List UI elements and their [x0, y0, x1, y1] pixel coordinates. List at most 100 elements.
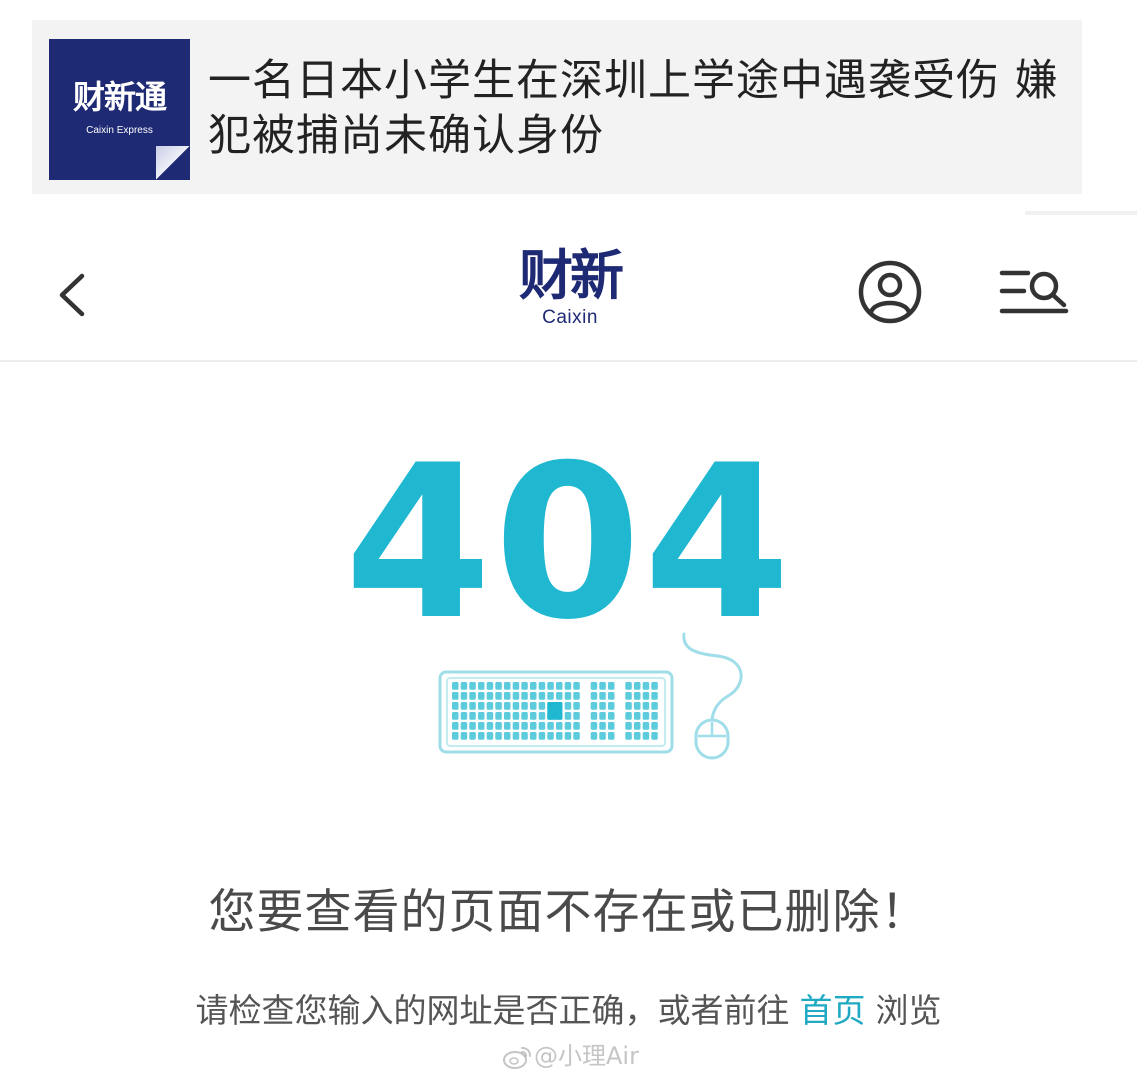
keyboard-key — [530, 712, 537, 720]
keyboard-key — [642, 692, 650, 700]
keyboard-key — [495, 712, 502, 720]
brand-name-en: Caixin — [542, 307, 598, 328]
keyboard-key — [625, 692, 632, 700]
keyboard-key — [452, 692, 459, 700]
keyboard-key — [478, 682, 485, 690]
keyboard-key — [608, 692, 615, 700]
keyboard-key — [504, 732, 511, 740]
keyboard-key — [556, 722, 563, 730]
keyboard-key — [495, 722, 502, 730]
keyboard-key — [452, 702, 459, 710]
keyboard-key — [599, 732, 606, 740]
keyboard-key — [538, 702, 546, 710]
keyboard-key — [599, 702, 606, 710]
caixin-logo[interactable]: 财新 Caixin — [480, 245, 660, 345]
keyboard-key — [599, 722, 606, 730]
keyboard-key — [625, 702, 632, 710]
keyboard-key — [538, 732, 546, 740]
keyboard-key — [625, 722, 632, 730]
keyboard-key — [590, 702, 598, 710]
keyboard-key — [642, 722, 650, 730]
keyboard-key — [608, 682, 615, 690]
home-link[interactable]: 首页 — [800, 991, 866, 1030]
keyboard-key — [634, 732, 641, 740]
keyboard-key — [608, 712, 615, 720]
keyboard-key — [521, 712, 528, 720]
keyboard-key — [486, 732, 494, 740]
keyboard-key — [478, 732, 485, 740]
error-title: 您要查看的页面不存在或已删除！ — [208, 885, 929, 940]
keyboard-key — [521, 682, 528, 690]
keyboard-mouse-icon — [438, 632, 743, 760]
keyboard-key — [478, 702, 485, 710]
keyboard-key — [564, 702, 572, 710]
back-button[interactable] — [50, 270, 94, 320]
share-card[interactable]: 财新通 Caixin Express 一名日本小学生在深圳上学途中遇袭受伤 嫌犯… — [32, 20, 1082, 194]
keyboard-key — [538, 722, 546, 730]
error-hint: 请检查您输入的网址是否正确，或者前往 首页 浏览 — [0, 988, 1137, 1034]
keyboard-key — [590, 712, 598, 720]
keyboard-key — [634, 702, 641, 710]
page-curl-decoration — [156, 146, 190, 180]
caixin-express-logo: 财新通 Caixin Express — [49, 39, 190, 180]
keyboard-key — [521, 722, 528, 730]
keyboard-key — [452, 712, 459, 720]
keyboard-key — [486, 692, 494, 700]
keyboard-key — [504, 682, 511, 690]
menu-search-icon — [999, 270, 1069, 314]
keyboard-key — [469, 732, 476, 740]
keyboard-key — [486, 702, 494, 710]
keyboard-key — [512, 712, 520, 720]
keyboard-key — [478, 692, 485, 700]
keyboard-key — [504, 712, 511, 720]
keyboard-key — [495, 692, 502, 700]
logo-subtext: Caixin Express — [86, 125, 153, 136]
keyboard-enter-key — [547, 702, 563, 720]
keyboard-key — [573, 692, 580, 700]
keyboard-key — [530, 682, 537, 690]
keyboard-key — [478, 712, 485, 720]
keyboard-key — [651, 702, 658, 710]
keyboard-key — [573, 712, 580, 720]
keyboard-key — [521, 702, 528, 710]
keyboard-key — [460, 702, 468, 710]
keyboard-key — [590, 682, 598, 690]
keyboard-key — [564, 682, 572, 690]
keyboard-key — [452, 722, 459, 730]
news-headline[interactable]: 一名日本小学生在深圳上学途中遇袭受伤 嫌犯被捕尚未确认身份 — [208, 54, 1068, 164]
keyboard-key — [599, 682, 606, 690]
hint-text-before: 请检查您输入的网址是否正确，或者前往 — [195, 991, 790, 1030]
chevron-left-icon — [59, 273, 85, 317]
keyboard-key — [573, 722, 580, 730]
keyboard-key — [460, 712, 468, 720]
menu-search-button[interactable] — [998, 265, 1070, 321]
hint-text-after: 浏览 — [875, 991, 942, 1030]
user-account-button[interactable] — [856, 258, 924, 326]
keyboard-key — [564, 692, 572, 700]
keyboard-key — [469, 722, 476, 730]
keyboard-key — [547, 682, 554, 690]
user-circle-icon — [858, 260, 922, 324]
keyboard-key — [512, 692, 520, 700]
keyboard-key — [530, 722, 537, 730]
brand-name-cn: 财新 — [519, 244, 624, 307]
keyboard-key — [469, 692, 476, 700]
keyboard-key — [504, 692, 511, 700]
keyboard-key — [573, 702, 580, 710]
keyboard-key — [460, 722, 468, 730]
keyboard-key — [573, 732, 580, 740]
keyboard-key — [530, 692, 537, 700]
keyboard-key — [530, 702, 537, 710]
weibo-icon — [503, 1047, 531, 1069]
error-code: 404 — [344, 419, 793, 666]
keyboard-key — [547, 732, 554, 740]
keyboard-key — [625, 732, 632, 740]
keyboard-key — [452, 732, 459, 740]
keyboard-key — [486, 722, 494, 730]
keyboard-key — [634, 682, 641, 690]
keyboard-key — [538, 682, 546, 690]
keyboard-key — [512, 682, 520, 690]
keyboard-key — [564, 712, 572, 720]
keyboard-key — [547, 722, 554, 730]
keyboard-key — [651, 682, 658, 690]
